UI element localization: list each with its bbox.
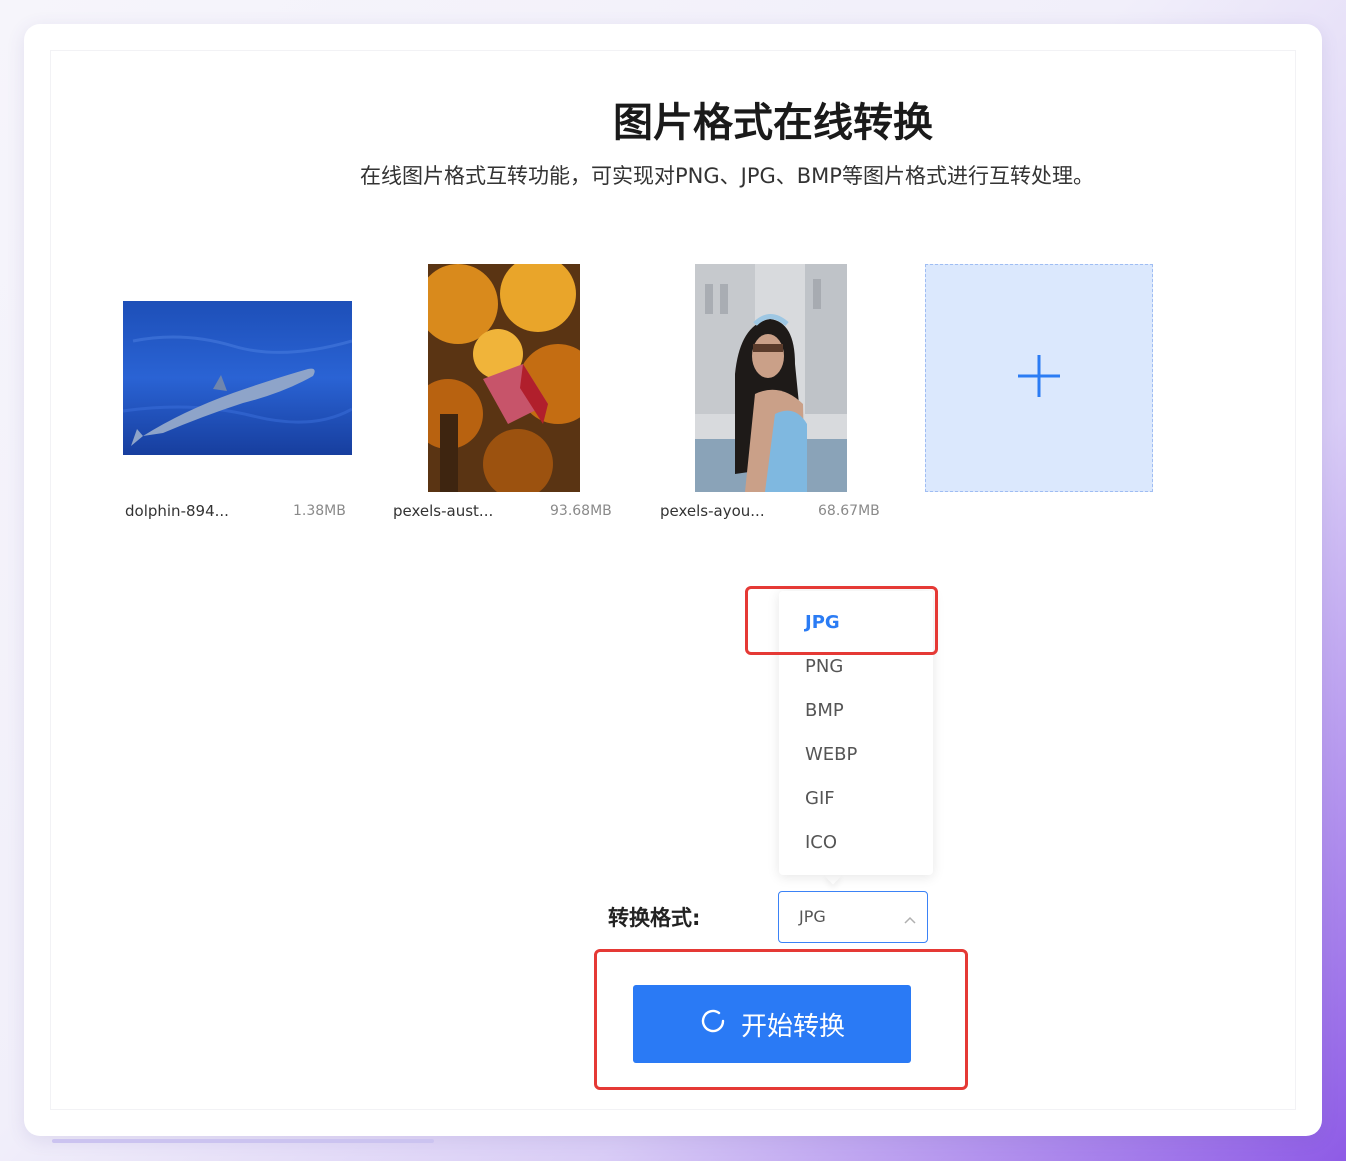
format-select[interactable]: JPG: [778, 891, 928, 943]
scroll-indicator: [52, 1139, 434, 1143]
chevron-up-icon: [903, 910, 917, 929]
add-image-button[interactable]: [925, 264, 1153, 492]
page-subtitle: 在线图片格式互转功能，可实现对PNG、JPG、BMP等图片格式进行互转处理。: [360, 164, 1094, 188]
file-name: pexels-ayou...: [660, 502, 765, 520]
file-thumbnail: [428, 264, 580, 492]
page-title: 图片格式在线转换: [613, 100, 933, 146]
highlight-jpg-option: [745, 586, 938, 655]
dropdown-option-gif[interactable]: GIF: [779, 777, 933, 821]
file-name: pexels-aust...: [393, 502, 494, 520]
file-name: dolphin-894...: [125, 502, 229, 520]
file-thumbnail: [695, 264, 847, 492]
file-thumbnail: [123, 301, 352, 455]
plus-icon: [1016, 353, 1062, 403]
dropdown-option-webp[interactable]: WEBP: [779, 733, 933, 777]
format-label: 转换格式:: [608, 906, 701, 930]
format-select-value: JPG: [799, 907, 826, 926]
dropdown-option-ico[interactable]: ICO: [779, 821, 933, 865]
dropdown-option-bmp[interactable]: BMP: [779, 689, 933, 733]
converter-card: 图片格式在线转换 在线图片格式互转功能，可实现对PNG、JPG、BMP等图片格式…: [24, 24, 1322, 1143]
file-size: 1.38MB: [293, 503, 346, 519]
file-size: 68.67MB: [818, 503, 880, 519]
file-size: 93.68MB: [550, 503, 612, 519]
highlight-convert-button: [594, 949, 968, 1090]
